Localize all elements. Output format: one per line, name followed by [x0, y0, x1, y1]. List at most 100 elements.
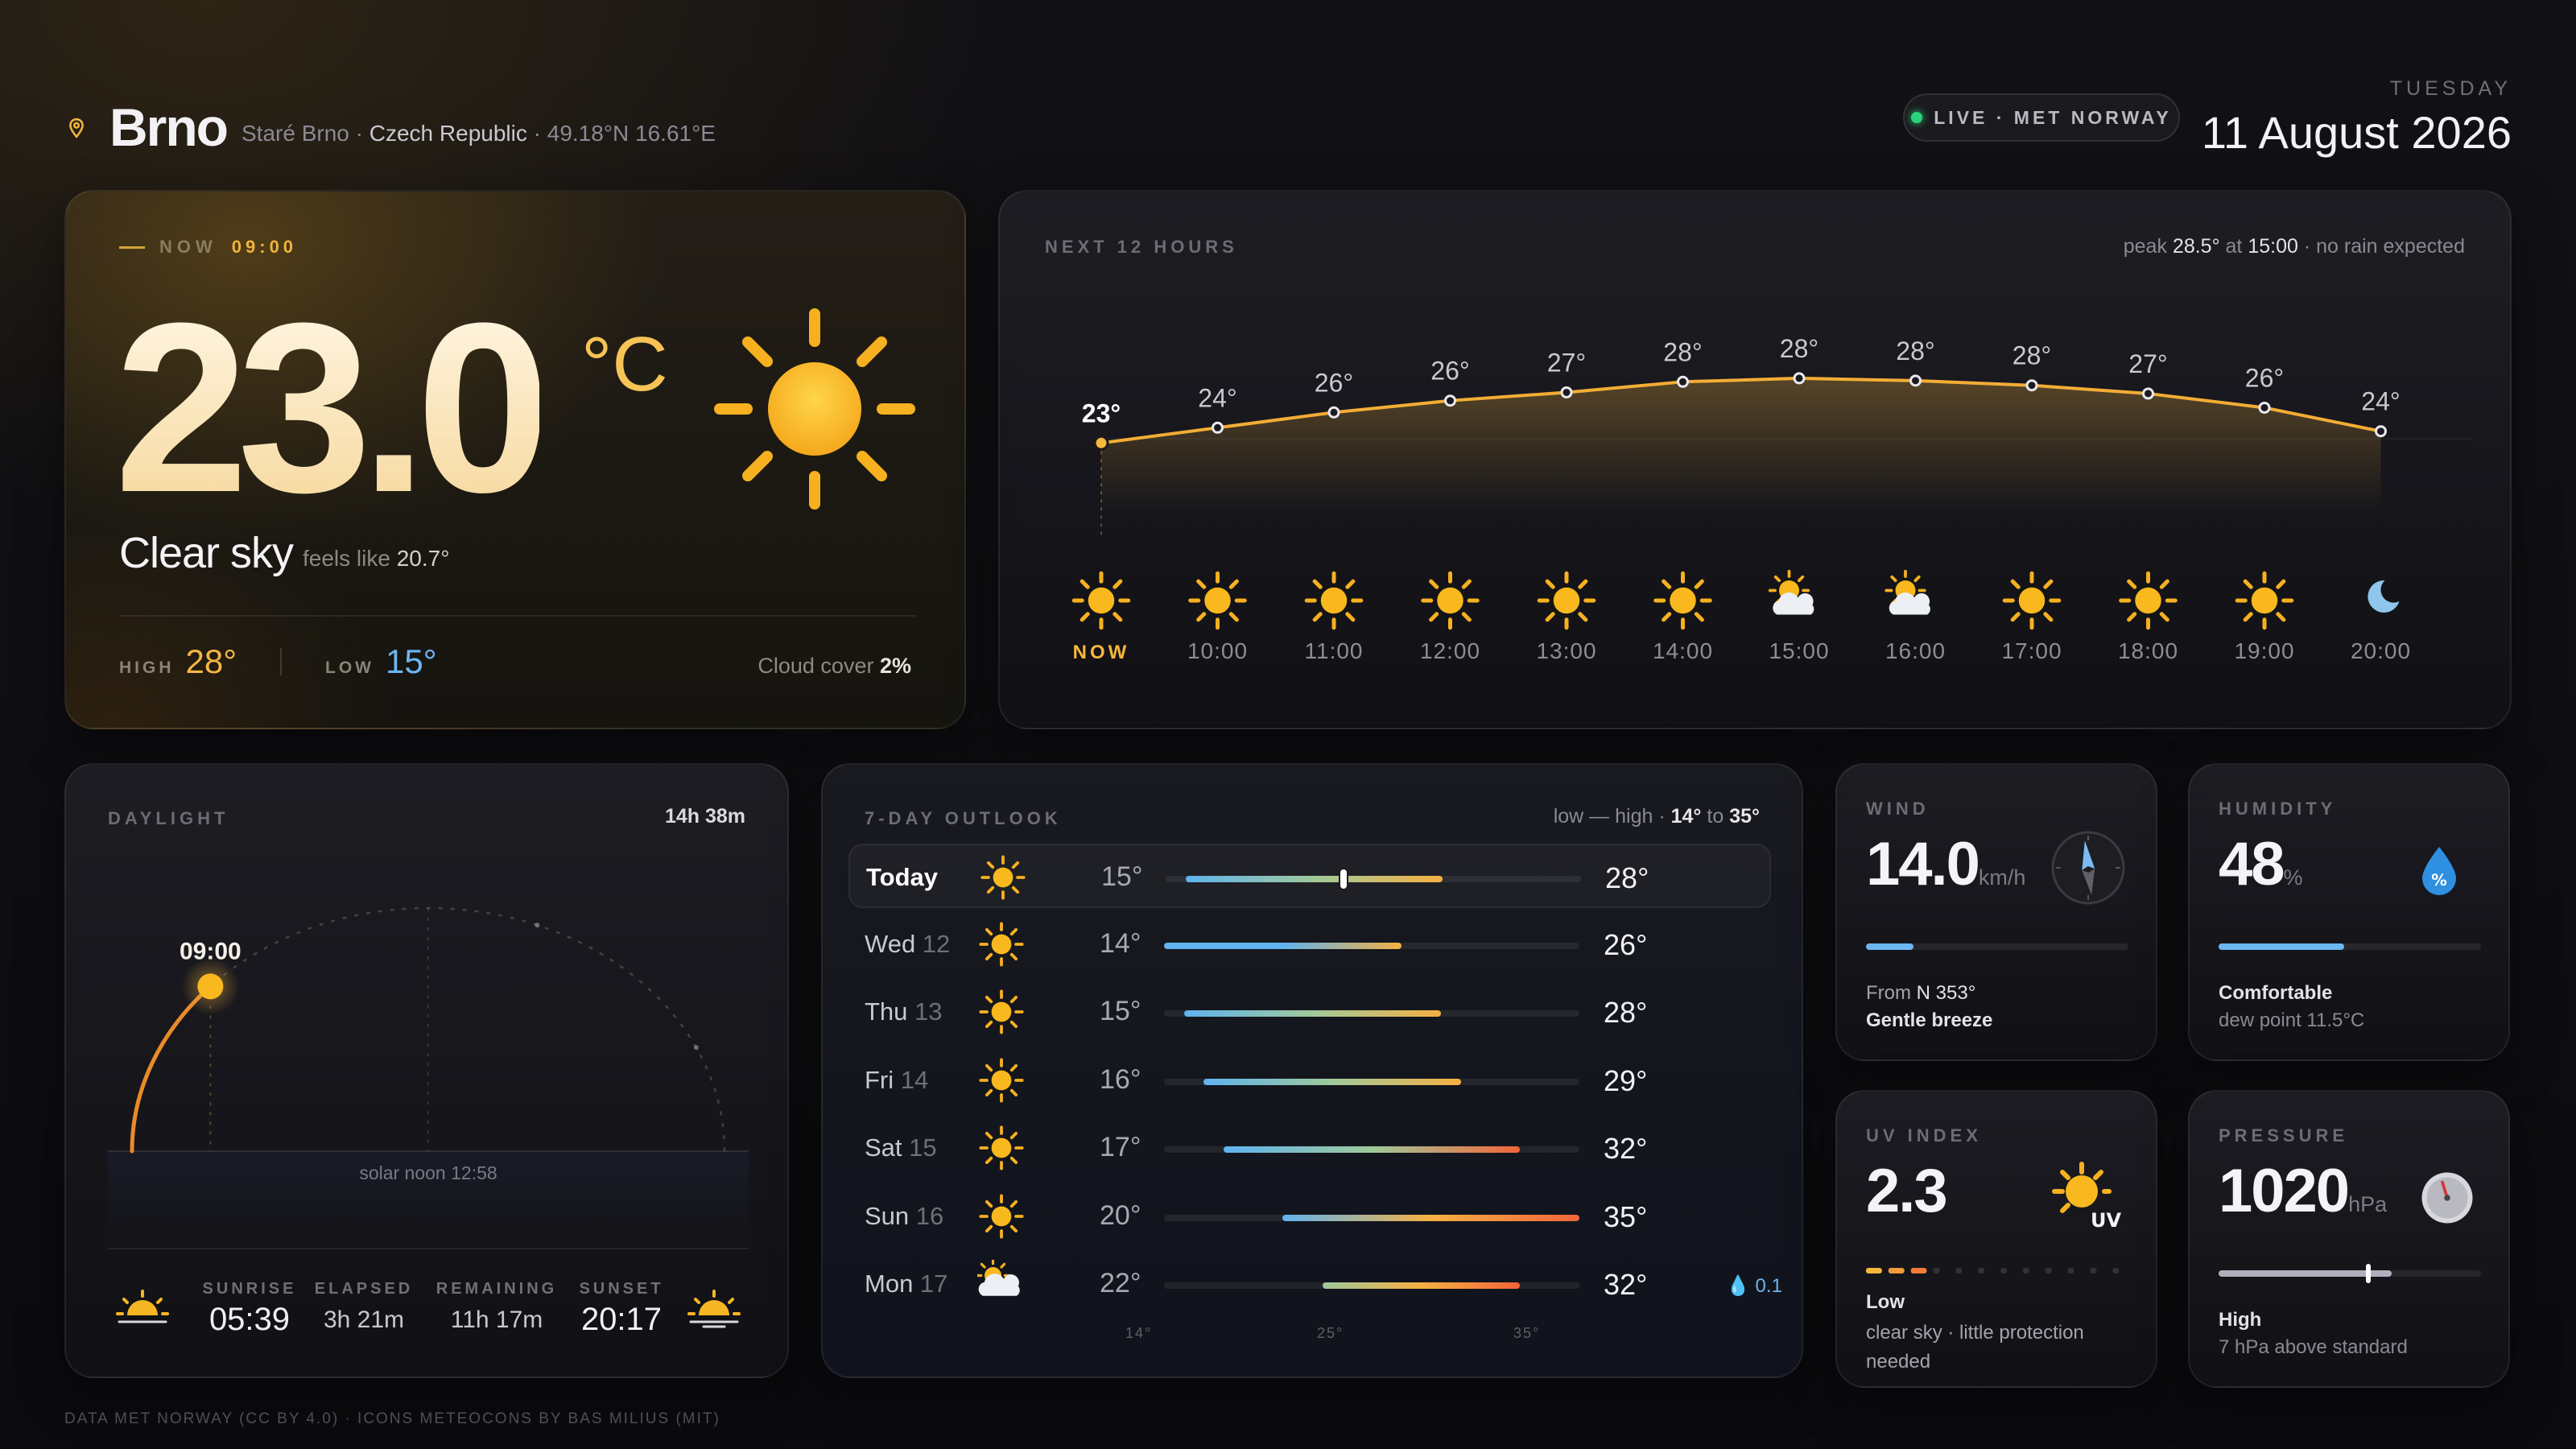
daylight-card: DAYLIGHT 14h 38m 09:00 solar noon 12:58 …: [64, 763, 789, 1378]
outlook-range-bar: [1183, 1010, 1441, 1017]
outlook-range-bar: [1164, 942, 1402, 949]
outlook-date: 14: [900, 1065, 929, 1094]
outlook-day: Fri 14: [865, 1065, 929, 1094]
wind-title: WIND: [1866, 799, 1930, 819]
humidity-unit: %: [2283, 865, 2303, 890]
cloud-cover: Cloud cover 2%: [758, 654, 911, 679]
outlook-row-wed[interactable]: Wed 12 14° 26°: [848, 912, 1771, 976]
live-source-badge[interactable]: LIVE · MET NORWAY: [1903, 93, 2180, 142]
wind-speed-value: 14.0: [1866, 830, 1980, 898]
sun-icon: [2235, 571, 2294, 630]
outlook-date: 13: [914, 997, 943, 1026]
outlook-range-track: [1164, 1146, 1579, 1153]
uv-segment: [2067, 1268, 2074, 1274]
outlook-row-mon[interactable]: Mon 17 22° 32° 💧 0.1: [848, 1252, 1782, 1316]
svg-text:UV: UV: [2091, 1209, 2121, 1232]
outlook-high: 28°: [1604, 996, 1648, 1029]
outlook-row-today[interactable]: Today 15° 28°: [848, 844, 1771, 908]
sunset-label: SUNSET: [579, 1280, 664, 1298]
solar-noon: solar noon 12:58: [359, 1162, 497, 1183]
outlook-range-track: [1164, 1282, 1579, 1289]
sun-position-icon: [197, 973, 224, 1000]
remaining-value: 11h 17m: [450, 1307, 543, 1333]
outlook-date: 16: [915, 1201, 944, 1230]
uv-segment: [2090, 1268, 2097, 1274]
outlook-row-sun[interactable]: Sun 16 20° 35°: [848, 1184, 1771, 1249]
current-date: 11 August 2026: [2201, 107, 2512, 158]
current-temperature: 23.0: [114, 272, 551, 543]
outlook-date: 15: [909, 1133, 937, 1162]
wind-bar-fill: [1866, 943, 1913, 950]
hourly-point: [1327, 406, 1340, 419]
remaining-label: REMAINING: [436, 1280, 558, 1298]
moon-icon: [2368, 580, 2400, 613]
pressure-value: 1020hPa: [2219, 1156, 2387, 1226]
uv-segment: [1866, 1268, 1882, 1274]
hourly-time-label: 18:00: [2118, 638, 2178, 663]
condition-text: Clear sky: [119, 529, 294, 577]
outlook-range-track: [1164, 1010, 1579, 1017]
outlook-range-bar: [1223, 1146, 1521, 1153]
live-status-dot-icon: [1911, 112, 1923, 123]
svg-text:%: %: [2431, 871, 2447, 890]
range-high: 35°: [1729, 805, 1760, 828]
pressure-description: 7 hPa above standard: [2219, 1336, 2408, 1358]
outlook-low: 22°: [1100, 1268, 1141, 1298]
hourly-time-label: 12:00: [1420, 638, 1480, 663]
humidity-bar-fill: [2219, 943, 2345, 950]
hourly-temp-label: 27°: [2128, 349, 2167, 378]
outlook-low: 14°: [1100, 927, 1141, 959]
axis-tick-max: 35°: [1513, 1325, 1541, 1341]
outlook-low: 15°: [1101, 861, 1143, 892]
uv-segment: [1888, 1268, 1905, 1274]
humidity-card: HUMIDITY 48% % Comfortable dew point 11.…: [2188, 763, 2510, 1061]
outlook-row-fri[interactable]: Fri 14 16° 29°: [848, 1048, 1771, 1113]
pressure-bar: [2219, 1264, 2481, 1283]
sun-icon: [979, 1193, 1024, 1239]
uv-segment: [2045, 1268, 2052, 1274]
uv-scale: [1866, 1268, 2120, 1274]
outlook-row-thu[interactable]: Thu 13 15° 28°: [848, 980, 1771, 1044]
sun-icon: [714, 308, 915, 510]
outlook-high: 28°: [1605, 861, 1649, 894]
hourly-temp-label: 28°: [1663, 337, 1702, 366]
wind-speed: 14.0km/h: [1866, 829, 2025, 899]
humidity-description: Comfortable: [2219, 982, 2333, 1004]
uv-description: clear sky · little protection needed: [1866, 1322, 2084, 1373]
live-source-label: LIVE · MET NORWAY: [1934, 106, 2172, 128]
axis-tick-mid: 25°: [1317, 1325, 1344, 1341]
wind-direction-value: N 353°: [1916, 982, 1976, 1004]
outlook-range-track: [1164, 1214, 1579, 1221]
divider: [108, 1248, 749, 1249]
sun-path-marker: [535, 923, 540, 928]
pressure-number: 1020: [2219, 1157, 2350, 1225]
outlook-day: Today: [866, 863, 938, 891]
feels-like-value: 20.7°: [396, 546, 450, 571]
low-value: 15°: [386, 642, 437, 680]
uv-segment: [1910, 1268, 1927, 1274]
hourly-time-label: 10:00: [1187, 638, 1248, 663]
sun-icon: [980, 855, 1026, 900]
outlook-rain: 💧 0.1: [1726, 1275, 1782, 1297]
outlook-day: Sun 16: [865, 1201, 944, 1230]
hourly-time-label: 17:00: [2001, 638, 2062, 663]
axis-tick-min: 14°: [1125, 1325, 1153, 1341]
uv-segment: [2112, 1268, 2120, 1274]
sun-icon: [979, 921, 1024, 967]
pressure-title: PRESSURE: [2219, 1125, 2349, 1146]
outlook-low: 15°: [1100, 996, 1141, 1026]
uv-segment: [1955, 1268, 1963, 1274]
outlook-low: 20°: [1100, 1199, 1141, 1231]
sun-icon: [1304, 571, 1364, 630]
hourly-time-label: 13:00: [1536, 638, 1596, 663]
hourly-temp-label: 23°: [1082, 398, 1121, 427]
sun-path-marker: [693, 1045, 699, 1051]
feels-like-label: feels like: [303, 546, 390, 571]
outlook-row-sat[interactable]: Sat 15 17° 32°: [848, 1116, 1771, 1180]
cloud-cover-value: 2%: [879, 654, 911, 678]
hourly-point: [1793, 372, 1806, 385]
coordinates: 49.18°N 16.61°E: [547, 121, 716, 146]
outlook-current-marker: [1340, 869, 1348, 889]
sun-icon: [1653, 571, 1712, 630]
hourly-time-label: 11:00: [1305, 638, 1364, 663]
